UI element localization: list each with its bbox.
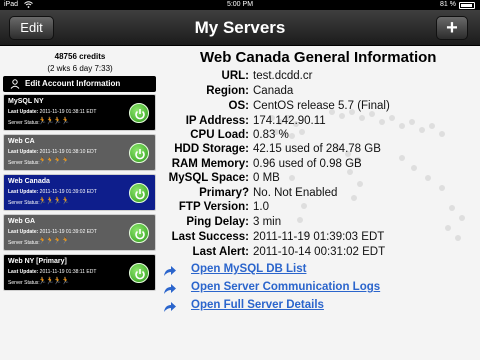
share-arrow-icon [164,284,176,294]
info-row-mysql-space: MySQL Space: 0 MB [160,172,480,187]
server-item-web-ny-primary[interactable]: Web NY [Primary] Last Update: 2011-11-19… [3,254,156,291]
server-name: Web Canada [8,178,50,185]
power-icon[interactable] [129,263,149,283]
info-row-os: OS: CentOS release 5.7 (Final) [160,100,480,115]
info-value: No. Not Enabled [253,187,338,199]
server-status-label: Server Status: [8,200,40,206]
info-value: 2011-10-14 00:31:02 EDT [253,246,386,258]
info-row-url: URL: test.dcdd.cr [160,70,480,85]
share-arrow-icon [164,266,176,276]
page-title: My Servers [194,18,286,37]
info-value: CentOS release 5.7 (Final) [253,100,390,112]
server-name: Web CA [8,138,35,145]
info-value: 0.96 used of 0.98 GB [253,158,362,170]
info-value: 0 MB [253,172,280,184]
server-info-title: Web Canada General Information [200,49,437,66]
person-icon [10,79,20,89]
server-item-web-ga[interactable]: Web GA Last Update: 2011-11-19 01:39:02 … [3,214,156,251]
info-label: CPU Load: [190,129,249,141]
server-name: Web NY [Primary] [8,258,67,265]
server-last-update: Last Update: 2011-11-19 01:38:10 EDT [8,149,97,155]
info-value: test.dcdd.cr [253,70,313,82]
info-label: Ping Delay: [186,216,249,228]
power-icon[interactable] [129,143,149,163]
info-value: 0.83 % [253,129,289,141]
server-name: Web GA [8,218,36,225]
server-status-label: Server Status: [8,280,40,286]
add-server-button[interactable]: + [436,16,468,40]
server-item-web-ca[interactable]: Web CA Last Update: 2011-11-19 01:38:10 … [3,134,156,171]
info-row-ping-delay: Ping Delay: 3 min [160,216,480,231]
server-item-mysql-ny[interactable]: MySQL NY Last Update: 2011-11-19 01:38:1… [3,94,156,131]
server-status-label: Server Status: [8,120,40,126]
runner-icon: 🏃🏃🏃🏃 [38,278,70,285]
share-arrow-icon [164,302,176,312]
info-label: FTP Version: [178,201,249,213]
info-row-cpu-load: CPU Load: 0.83 % [160,129,480,144]
open-mysql-db-list-link[interactable]: Open MySQL DB List [191,263,306,275]
info-row-region: Region: Canada [160,85,480,100]
info-value: 3 min [253,216,282,228]
runner-icon: 🏃🏃🏃🏃 [38,158,70,165]
info-value: 174.142.90.11 [253,115,326,127]
info-label: Primary? [199,187,249,199]
link-row-full-server-details[interactable]: Open Full Server Details [160,299,480,315]
info-label: HDD Storage: [174,143,249,155]
power-icon[interactable] [129,223,149,243]
runner-icon: 🏃🏃🏃🏃 [38,118,70,125]
server-status-label: Server Status: [8,160,40,166]
credits-count: 48756 credits [54,52,106,61]
info-label: Last Alert: [192,246,249,258]
info-label: Last Success: [171,231,249,243]
open-communication-logs-link[interactable]: Open Server Communication Logs [191,281,380,293]
info-label: OS: [228,100,249,112]
link-row-mysql-db-list[interactable]: Open MySQL DB List [160,263,480,279]
runner-icon: 🏃🏃🏃🏃 [38,198,70,205]
server-item-web-canada[interactable]: Web Canada Last Update: 2011-11-19 01:39… [3,174,156,211]
info-label: URL: [221,70,249,82]
status-bar: iPad 5:00 PM 81 % [0,0,480,10]
server-last-update: Last Update: 2011-11-19 01:38:11 EDT [8,269,97,275]
edit-account-button[interactable]: Edit Account Information [3,76,156,92]
server-status-label: Server Status: [8,240,40,246]
link-row-communication-logs[interactable]: Open Server Communication Logs [160,281,480,297]
info-row-last-alert: Last Alert: 2011-10-14 00:31:02 EDT [160,246,480,261]
server-last-update: Last Update: 2011-11-19 01:39:03 EDT [8,189,97,195]
info-value: 42.15 used of 284.78 GB [253,143,381,155]
info-label: Region: [206,85,249,97]
info-label: RAM Memory: [171,158,249,170]
battery-icon [459,2,475,9]
info-row-ram-memory: RAM Memory: 0.96 used of 0.98 GB [160,158,480,173]
info-row-hdd-storage: HDD Storage: 42.15 used of 284.78 GB [160,143,480,158]
navigation-bar: Edit My Servers + [0,10,480,46]
info-row-ip-address: IP Address: 174.142.90.11 [160,115,480,130]
server-last-update: Last Update: 2011-11-19 01:39:02 EDT [8,229,97,235]
server-list: MySQL NY Last Update: 2011-11-19 01:38:1… [3,94,156,294]
runner-icon: 🏃🏃🏃🏃 [38,238,70,245]
server-last-update: Last Update: 2011-11-19 01:38:11 EDT [8,109,97,115]
info-label: IP Address: [185,115,249,127]
battery-percent: 81 % [440,1,456,8]
info-label: MySQL Space: [168,172,249,184]
info-value: 2011-11-19 01:39:03 EDT [253,231,385,243]
info-row-last-success: Last Success: 2011-11-19 01:39:03 EDT [160,231,480,246]
open-full-server-details-link[interactable]: Open Full Server Details [191,299,324,311]
info-value: Canada [253,85,294,97]
info-value: 1.0 [253,201,269,213]
server-name: MySQL NY [8,98,44,105]
edit-account-label: Edit Account Information [25,79,121,88]
info-row-ftp-version: FTP Version: 1.0 [160,201,480,216]
info-row-primary: Primary? No. Not Enabled [160,187,480,202]
power-icon[interactable] [129,183,149,203]
credits-time-remaining: (2 wks 6 day 7:33) [47,64,113,73]
power-icon[interactable] [129,103,149,123]
clock: 5:00 PM [226,1,254,8]
